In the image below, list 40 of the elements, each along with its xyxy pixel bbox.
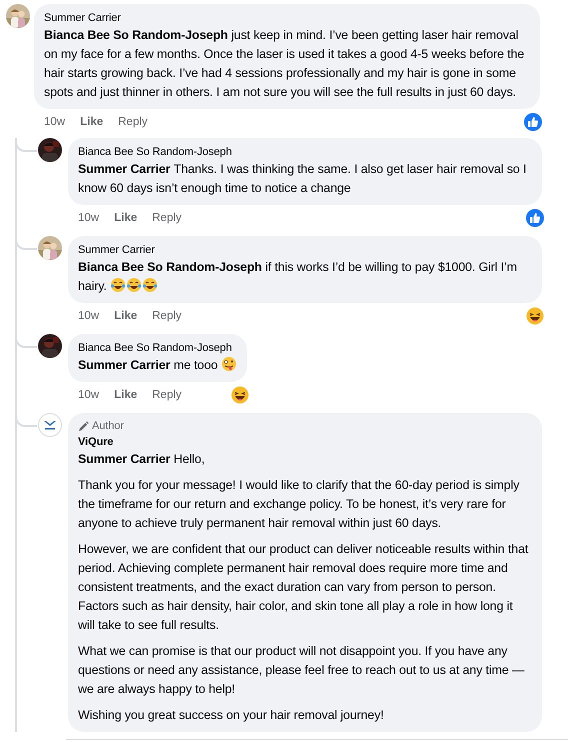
reply-link[interactable]: Reply [118,116,148,128]
like-link[interactable]: Like [114,310,138,322]
laughing-emoji-icon [126,277,142,293]
like-reaction-icon [524,113,542,131]
comment-text: However, we are confident that our product can deliver noticeable results within that period. Achieving complete permanent hair removal does require more time and consistent treatments, and the exact duration can vary from person to person. Factors such as hair density, hair color, and skin tone all play a role in how long it will take to see full results. [78,541,530,634]
logo-icon [38,413,62,437]
commenter-name[interactable]: ViQure [78,434,532,450]
comment-text: Thank you for your message! I would like to clarify that the 60-day period is simply the timeframe for our return and exchange policy. To be honest, it’s very rare for anyone to achieve truly permanent hair removal within just 60 days. [78,477,520,532]
author-label: Author [92,419,124,434]
comment-text: Summer Carrier Thanks. I was thinking the same. I also get laser hair removal so I know 60 days isn’t enough time to notice a change [78,161,528,197]
reply-link[interactable]: Reply [152,389,182,401]
comment-text: Summer Carrier Hello, [78,451,206,468]
like-link[interactable]: Like [114,212,138,224]
timestamp[interactable]: 10w [44,116,66,128]
comment-text: What we can promise is that our product will not disappoint you. If you have any questions or need any assistance, please feel free to reach out to us at any time — we are always happy to help! [78,643,526,698]
like-link[interactable]: Like [114,389,138,401]
timestamp[interactable]: 10w [78,310,100,322]
laughing-reaction-icon [231,386,250,404]
thread-connector [15,238,37,250]
commenter-name[interactable]: Bianca Bee So Random-Joseph [78,144,532,160]
laughing-emoji-icon [110,277,126,293]
timestamp[interactable]: 10w [78,389,100,401]
laughing-reaction-icon [526,307,544,325]
thread-connector [15,336,37,348]
reply-link[interactable]: Reply [152,310,182,322]
tongue-out-emoji-icon [221,356,238,372]
timestamp[interactable]: 10w [78,212,100,224]
commenter-name[interactable]: Bianca Bee So Random-Joseph [78,340,238,356]
commenter-name[interactable]: Summer Carrier [44,10,530,26]
like-link[interactable]: Like [80,116,104,128]
comment-text: Bianca Bee So Random-Joseph just keep in mind. I’ve been getting laser hair removal on my face for a few months. Once the laser is used it takes a good 4-5 weeks before the hair starts growing back. I’ve had 4 sessions professionally and my hair is gone in some spots and just thinner in others. I am not sure you will see the full results in just 60 days. [44,27,526,101]
pencil-icon [78,421,89,432]
commenter-name[interactable]: Summer Carrier [78,242,532,258]
comment-text: Summer Carrier me tooo [78,356,238,375]
thread-connector [15,140,37,152]
laughing-emoji-icon [142,277,158,293]
reply-link[interactable]: Reply [152,212,182,224]
comment-text: Wishing you great success on your hair removal journey! [78,707,385,724]
like-reaction-icon [526,209,544,227]
comment-text: Bianca Bee So Random-Joseph if this works I’d be willing to pay $1000. Girl I’m hairy. [78,259,518,295]
